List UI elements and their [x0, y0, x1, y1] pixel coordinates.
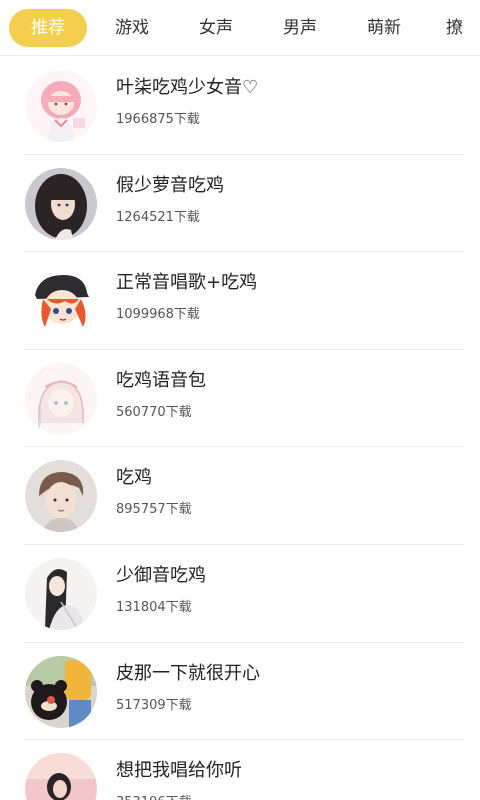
voice-pack-list: 叶柒吃鸡少女音♡ 1966875下载 假少萝音吃鸡 1264521下载 正常音唱… — [0, 57, 480, 800]
download-count: 131804下载 — [116, 599, 192, 615]
voice-pack-title: 少御音吃鸡 — [116, 564, 206, 586]
voice-pack-title: 吃鸡 — [116, 467, 152, 489]
tab-flirt[interactable]: 撩 — [446, 9, 476, 47]
bear-toy-avatar — [25, 655, 97, 728]
tab-recommended[interactable]: 推荐 — [9, 9, 87, 47]
voice-pack-title: 叶柒吃鸡少女音♡ — [116, 77, 259, 98]
boy-portrait-avatar — [25, 460, 97, 533]
list-item[interactable]: 想把我唱给你听 353196下载 — [0, 740, 480, 800]
anime-girl-pink-hair-avatar — [25, 70, 97, 142]
voice-pack-title: 想把我唱给你听 — [116, 760, 242, 782]
anime-character-avatar — [25, 557, 97, 630]
voice-pack-title: 正常音唱歌+吃鸡 — [116, 272, 258, 294]
tab-male-voice[interactable]: 男声 — [278, 9, 322, 47]
download-count: 517309下载 — [116, 697, 192, 713]
anime-sketch-avatar — [25, 362, 97, 435]
download-count: 1966875下载 — [116, 112, 200, 127]
girl-photo-avatar — [25, 167, 97, 240]
list-item[interactable]: 少御音吃鸡 131804下载 — [0, 545, 480, 643]
list-item[interactable]: 皮那一下就很开心 517309下载 — [0, 643, 480, 741]
list-item[interactable]: 吃鸡语音包 560770下载 — [0, 350, 480, 448]
download-count: 560770下载 — [116, 404, 192, 420]
tab-games[interactable]: 游戏 — [110, 9, 154, 47]
download-count: 895757下载 — [116, 502, 192, 518]
cartoon-girl-cap-avatar — [25, 265, 97, 338]
voice-pack-title: 吃鸡语音包 — [116, 369, 206, 391]
download-count: 1099968下载 — [116, 307, 200, 323]
voice-pack-title: 假少萝音吃鸡 — [116, 174, 224, 196]
tab-female-voice[interactable]: 女声 — [194, 9, 238, 47]
list-item[interactable]: 假少萝音吃鸡 1264521下载 — [0, 155, 480, 253]
list-item[interactable]: 吃鸡 895757下载 — [0, 447, 480, 545]
list-item[interactable]: 正常音唱歌+吃鸡 1099968下载 — [0, 252, 480, 350]
category-tab-bar: 推荐 游戏 女声 男声 萌新 撩 — [0, 0, 480, 56]
girl-pink-photo-avatar — [25, 753, 97, 800]
tab-newbie[interactable]: 萌新 — [362, 9, 406, 47]
download-count: 1264521下载 — [116, 209, 200, 225]
download-count: 353196下载 — [116, 791, 192, 800]
voice-pack-title: 皮那一下就很开心 — [116, 662, 260, 684]
list-item[interactable]: 叶柒吃鸡少女音♡ 1966875下载 — [0, 57, 480, 155]
